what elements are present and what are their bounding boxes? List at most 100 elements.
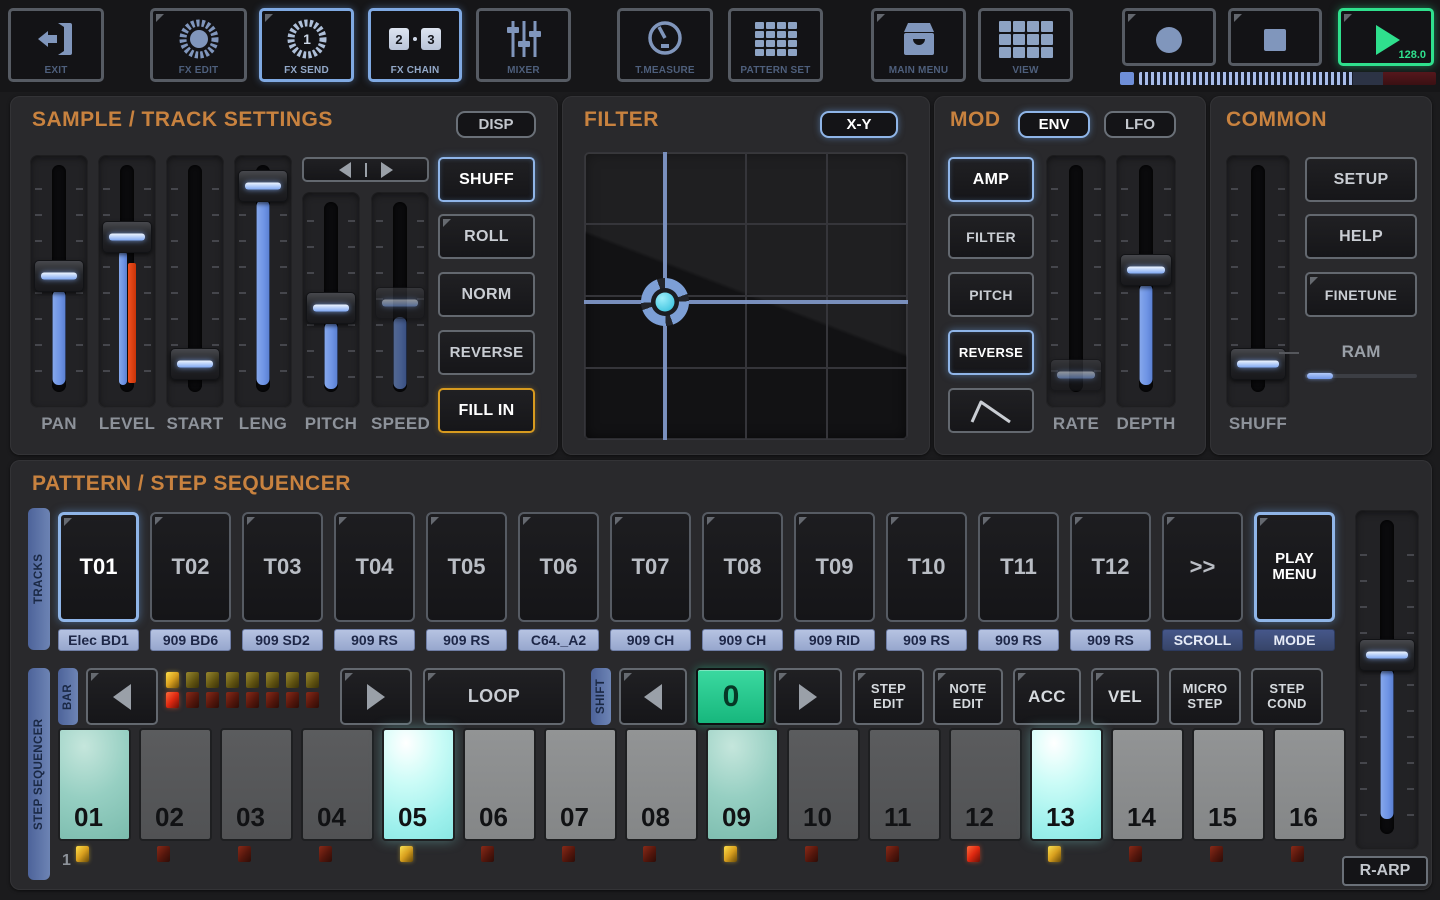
mod-pitch-button[interactable]: PITCH [948, 272, 1034, 317]
step-pad-16[interactable]: 16 [1273, 728, 1346, 841]
track-button-T10[interactable]: T10 [886, 512, 967, 622]
track-button-T06[interactable]: T06 [518, 512, 599, 622]
step-pad-05[interactable]: 05 [382, 728, 455, 841]
mod-rate-fader[interactable]: RATE [1046, 155, 1106, 433]
track-button-T01[interactable]: T01 [58, 512, 139, 622]
r-arp-button[interactable]: R-ARP [1342, 856, 1428, 886]
micro-step-button[interactable]: MICRO STEP [1169, 668, 1241, 725]
shift-prev-button[interactable] [619, 668, 687, 725]
step-edit-button[interactable]: STEP EDIT [853, 668, 924, 725]
pattern-set-button[interactable]: PATTERN SET [728, 8, 823, 82]
level-fader[interactable]: LEVEL [98, 155, 156, 433]
view-button[interactable]: VIEW [978, 8, 1073, 82]
bar-flag-icon [206, 692, 219, 708]
mod-filter-button[interactable]: FILTER [948, 214, 1034, 259]
main-menu-button[interactable]: MAIN MENU [871, 8, 966, 82]
fx-chain-button[interactable]: 2 3 FX CHAIN [368, 8, 462, 82]
note-edit-button[interactable]: NOTE EDIT [933, 668, 1003, 725]
xy-mode-button[interactable]: X-Y [820, 111, 898, 138]
record-button[interactable] [1122, 8, 1216, 66]
play-button[interactable]: 128.0 [1338, 8, 1434, 66]
step-number: 13 [1046, 802, 1075, 832]
step-pad-04[interactable]: 04 [301, 728, 374, 841]
stop-button[interactable] [1228, 8, 1322, 66]
ram-slider[interactable] [1305, 373, 1417, 379]
shuff-button[interactable]: SHUFF [438, 157, 535, 202]
filter-xy-pad[interactable] [584, 152, 908, 440]
mod-depth-fader[interactable]: DEPTH [1116, 155, 1176, 433]
shift-next-button[interactable] [774, 668, 842, 725]
step-pad-02[interactable]: 02 [139, 728, 212, 841]
track-button-T09[interactable]: T09 [794, 512, 875, 622]
common-shuff-fader[interactable]: SHUFF [1226, 155, 1290, 433]
bar-next-button[interactable] [340, 668, 412, 725]
xy-cursor-knob[interactable] [641, 277, 689, 326]
mod-envelope-shape-button[interactable] [948, 388, 1034, 433]
track-button-T03[interactable]: T03 [242, 512, 323, 622]
step-pad-06[interactable]: 06 [463, 728, 536, 841]
help-button[interactable]: HELP [1305, 214, 1417, 259]
mod-amp-button[interactable]: AMP [948, 157, 1034, 202]
lfo-tab[interactable]: LFO [1104, 111, 1176, 138]
exit-button[interactable]: EXIT [8, 8, 104, 82]
step-number: 14 [1127, 802, 1156, 832]
speed-fader[interactable]: SPEED [371, 192, 430, 433]
track-button-PLAYMENU[interactable]: PLAY MENU [1254, 512, 1335, 622]
step-sequencer-tab[interactable]: STEP SEQUENCER [28, 668, 50, 880]
step-pad-12[interactable]: 12 [949, 728, 1022, 841]
step-pad-03[interactable]: 03 [220, 728, 293, 841]
step-flag-icon [805, 846, 818, 862]
fill-in-button[interactable]: FILL IN [438, 388, 535, 433]
pattern-side-fader[interactable] [1355, 510, 1419, 850]
reverse-button[interactable]: REVERSE [438, 330, 535, 375]
fx-send-button[interactable]: 1 FX SEND [259, 8, 354, 82]
loop-button[interactable]: LOOP [423, 668, 565, 725]
bar-flag-icon [286, 692, 299, 708]
pitch-fader[interactable]: PITCH [302, 192, 360, 433]
fx-edit-button[interactable]: FX EDIT [150, 8, 247, 82]
track-button-T02[interactable]: T02 [150, 512, 231, 622]
step-pad-08[interactable]: 08 [625, 728, 698, 841]
bar-flag-icon [246, 672, 259, 688]
bar-prev-button[interactable] [86, 668, 158, 725]
step-pad-07[interactable]: 07 [544, 728, 617, 841]
env-tab[interactable]: ENV [1018, 111, 1090, 138]
tracks-tab[interactable]: TRACKS [28, 508, 50, 650]
step-pad-10[interactable]: 10 [787, 728, 860, 841]
bar-tab[interactable]: BAR [58, 668, 78, 725]
mod-reverse-button[interactable]: REVERSE [948, 330, 1034, 375]
step-pad-14[interactable]: 14 [1111, 728, 1184, 841]
track-button-T04[interactable]: T04 [334, 512, 415, 622]
track-badge: 909 RS [1070, 629, 1151, 651]
start-fader[interactable]: START [166, 155, 224, 433]
t-measure-button[interactable]: T.MEASURE [617, 8, 713, 82]
track-button-T12[interactable]: T12 [1070, 512, 1151, 622]
step-pad-13[interactable]: 13 [1030, 728, 1103, 841]
setup-button[interactable]: SETUP [1305, 157, 1417, 202]
pan-fader[interactable]: PAN [30, 155, 88, 433]
step-pad-01[interactable]: 01 [58, 728, 131, 841]
mixer-button[interactable]: MIXER [476, 8, 571, 82]
roll-button[interactable]: ROLL [438, 214, 535, 259]
acc-button[interactable]: ACC [1013, 668, 1081, 725]
track-button-T08[interactable]: T08 [702, 512, 783, 622]
track-button-T05[interactable]: T05 [426, 512, 507, 622]
track-button-[interactable]: >> [1162, 512, 1243, 622]
step-pad-15[interactable]: 15 [1192, 728, 1265, 841]
track-button-T07[interactable]: T07 [610, 512, 691, 622]
step-pad-09[interactable]: 09 [706, 728, 779, 841]
step-cell: 04 [301, 728, 374, 862]
step-pad-11[interactable]: 11 [868, 728, 941, 841]
disp-button[interactable]: DISP [456, 111, 536, 138]
step-cond-button[interactable]: STEP COND [1251, 668, 1323, 725]
norm-button[interactable]: NORM [438, 272, 535, 317]
finetune-button[interactable]: FINETUNE [1305, 272, 1417, 317]
shift-tab[interactable]: SHIFT [591, 668, 611, 725]
track-button-T11[interactable]: T11 [978, 512, 1059, 622]
shift-counter-display[interactable]: 0 [696, 668, 766, 725]
ram-slider-handle[interactable] [1307, 373, 1334, 379]
vel-button[interactable]: VEL [1091, 668, 1159, 725]
sample-prev-next-buttons[interactable] [302, 157, 429, 182]
leng-fader[interactable]: LENG [234, 155, 292, 433]
right-arrow-icon [367, 683, 385, 710]
